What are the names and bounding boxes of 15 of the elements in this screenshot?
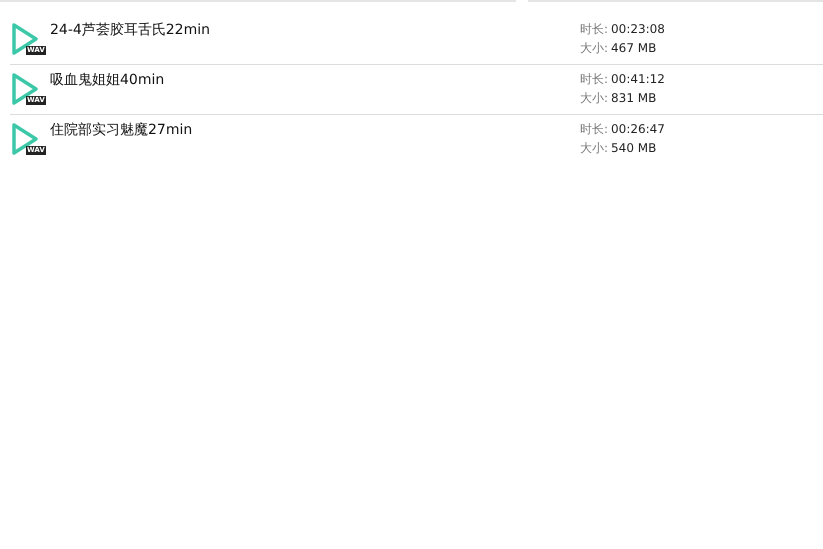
duration-label: 时长: <box>580 71 608 88</box>
duration-label: 时长: <box>580 21 608 38</box>
file-title[interactable]: 住院部实习魅魔27min <box>50 122 192 138</box>
file-title[interactable]: 吸血鬼姐姐40min <box>50 72 164 88</box>
size-label: 大小: <box>580 90 608 107</box>
file-title[interactable]: 24-4芦荟胶耳舌氏22min <box>50 22 210 38</box>
duration-value: 00:41:12 <box>611 71 665 88</box>
duration-value: 00:26:47 <box>611 121 665 138</box>
size-value: 467 MB <box>611 40 656 57</box>
size-label: 大小: <box>580 140 608 157</box>
duration-value: 00:23:08 <box>611 21 665 38</box>
size-label: 大小: <box>580 40 608 57</box>
size-value: 540 MB <box>611 140 656 157</box>
size-value: 831 MB <box>611 90 656 107</box>
duration-label: 时长: <box>580 121 608 138</box>
